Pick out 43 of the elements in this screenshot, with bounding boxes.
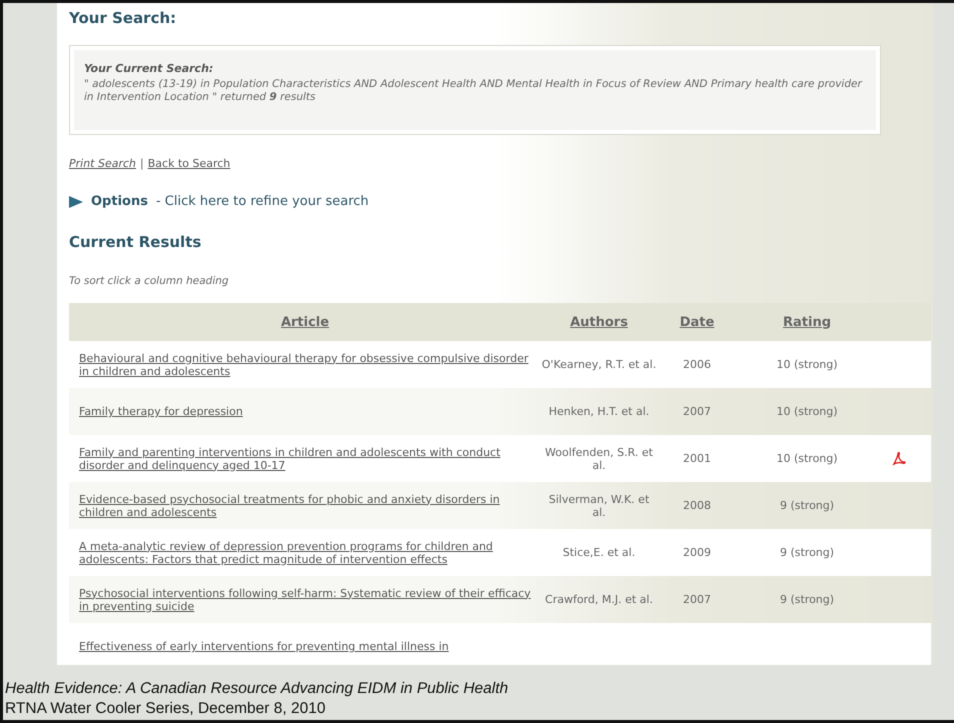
results-heading: Current Results xyxy=(69,233,202,251)
text-link[interactable]: Print Search xyxy=(69,157,136,170)
date-cell-text: 2007 xyxy=(682,593,712,606)
date-cell-text: 2007 xyxy=(682,405,712,418)
date-cell-text: 2001 xyxy=(682,452,712,465)
column-heading[interactable]: Authors xyxy=(570,314,628,330)
rating-cell-text: 9 (strong) xyxy=(778,546,836,559)
rating-cell-text: 10 (strong) xyxy=(775,452,839,465)
rating-cell-text: 10 (strong) xyxy=(775,358,839,371)
date-cell-text: 2006 xyxy=(682,358,712,371)
authors-cell-text: Silverman, W.K. et al. xyxy=(548,492,650,518)
footer-text: Health Evidence: A Canadian Resource Advancing EIDM in Public Health xyxy=(5,679,510,699)
article-link[interactable]: Family and parenting interventions in children and adolescents with conduct disorder and delinquency aged 10-17 xyxy=(69,446,541,472)
article-link[interactable]: Effectiveness of early interventions for preventing mental illness in xyxy=(69,640,541,653)
article-link[interactable]: Family therapy for depression xyxy=(69,405,541,418)
rating-cell-text: 9 (strong) xyxy=(778,593,836,606)
authors-cell-text: Woolfenden, S.R. et al. xyxy=(544,446,654,472)
column-heading[interactable]: Date xyxy=(680,314,714,330)
article-link[interactable]: Psychosocial interventions following self-harm: Systematic review of their efficacy in preventing suicide xyxy=(69,586,541,612)
authors-cell-text: Henken, H.T. et al. xyxy=(548,405,650,418)
sort-hint: To sort click a column heading xyxy=(69,275,230,287)
date-cell-text: 2009 xyxy=(682,546,712,559)
page-heading: Your Search: xyxy=(69,9,178,27)
search-query-text: " adolescents (13-19) in Population Characteristics AND Adolescent Health AND Mental Health in Focus of Review AND Primary health care provider in Intervention Location " returned 9 results xyxy=(84,78,864,104)
column-heading[interactable]: Rating xyxy=(782,314,831,330)
text-link[interactable]: Back to Search xyxy=(148,157,230,170)
authors-cell: O'Kearney, R.T. et al. xyxy=(541,358,657,371)
rating-cell-text: 10 (strong) xyxy=(775,405,839,418)
footer-text: RTNA Water Cooler Series, December 8, 2010 xyxy=(5,699,326,719)
pdf-icon[interactable] xyxy=(892,452,906,466)
current-search-title: Your Current Search: xyxy=(84,62,214,75)
link-separator: | xyxy=(140,157,144,170)
authors-cell-text: Stice,E. et al. xyxy=(562,546,636,559)
date-cell-text: 2008 xyxy=(682,499,712,512)
triangle-icon[interactable] xyxy=(69,196,83,208)
article-link[interactable]: Evidence-based psychosocial treatments for phobic and anxiety disorders in children and adolescents xyxy=(69,492,541,518)
options-toggle[interactable]: Options xyxy=(91,194,148,209)
rating-cell-text: 9 (strong) xyxy=(778,499,836,512)
article-link[interactable]: A meta-analytic review of depression prevention programs for children and adolescents: Factors that predict magnitude of intervention effects xyxy=(69,540,541,566)
options-hint: - Click here to refine your search xyxy=(156,194,369,209)
column-heading[interactable]: Article xyxy=(280,314,330,330)
article-link[interactable]: Behavioural and cognitive behavioural therapy for obsessive compulsive disorder in children and adolescents xyxy=(69,352,541,378)
authors-cell-text: Crawford, M.J. et al. xyxy=(544,593,654,606)
